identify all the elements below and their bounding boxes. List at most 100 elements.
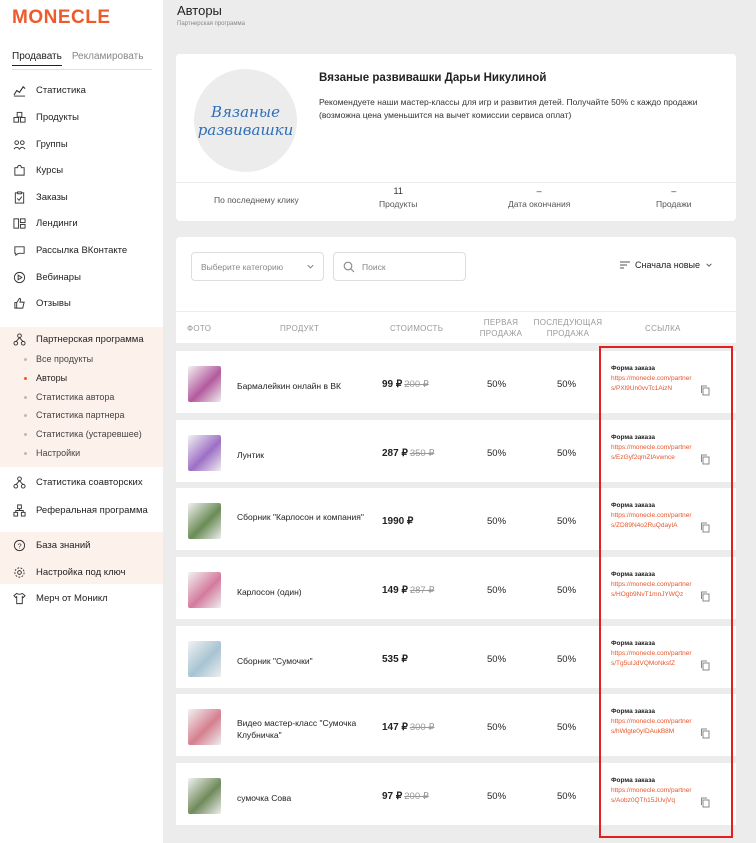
sidebar-tabs: Продавать Рекламировать [12,51,143,66]
sidebar-item-courses[interactable]: Курсы [0,158,163,182]
sales-label: Продажи [656,199,692,209]
first-sale-percent: 50% [487,448,507,459]
submenu-author-stats[interactable]: Статистика автора [24,392,114,402]
sidebar-item-groups[interactable]: Группы [0,132,163,156]
sidebar-item-label: Реферальная программа [36,504,148,516]
attribution-stat: По последнему клику [214,195,299,205]
chat-icon [12,243,26,257]
sidebar-item-partner-program[interactable]: Партнерская программа [0,327,163,351]
sidebar-item-turnkey-setup[interactable]: Настройка под ключ [0,560,163,584]
sales-stat: – Продажи [656,186,692,209]
sidebar-item-statistics[interactable]: Статистика [0,78,163,102]
submenu-all-products[interactable]: Все продукты [24,354,93,364]
category-select[interactable]: Выберите категорию [191,252,324,281]
sidebar-item-webinars[interactable]: Вебинары [0,265,163,289]
submenu-label: Настройки [36,448,81,458]
product-name[interactable]: Видео мастер-класс "Сумочка Клубничка" [237,717,367,741]
submenu-settings[interactable]: Настройки [24,448,80,458]
divider [12,69,152,70]
avatar-text: развивашки [197,120,294,139]
sidebar-item-label: Статистика [36,84,86,96]
search-input[interactable]: Поиск [333,252,466,281]
next-sale-percent: 50% [557,585,577,596]
logo[interactable]: MONECLE [12,7,111,29]
product-name[interactable]: Сборник "Карлосон и компания" [237,511,367,523]
sales-value: – [671,186,677,196]
sidebar-item-products[interactable]: Продукты [0,105,163,129]
first-sale-percent: 50% [487,585,507,596]
sidebar-item-orders[interactable]: Заказы [0,185,163,209]
price-cell: 287 ₽350 ₽ [382,448,434,459]
sidebar-item-landings[interactable]: Лендинги [0,211,163,235]
submenu-label: Статистика автора [36,392,115,402]
first-sale-percent: 50% [487,654,507,665]
product-name[interactable]: сумочка Сова [237,792,367,804]
sidebar-item-label: Лендинги [36,217,78,229]
next-sale-percent: 50% [557,722,577,733]
submenu-label: Авторы [36,373,68,383]
sidebar-item-coauthor-stats[interactable]: Статистика соавторских [0,470,163,494]
product-thumbnail[interactable] [188,709,221,745]
product-thumbnail[interactable] [188,641,221,677]
product-name[interactable]: Бармалейкин онлайн в ВК [237,380,367,392]
product-name[interactable]: Лунтик [237,449,367,461]
attribution-label: По последнему клику [214,195,299,205]
bullet-icon [24,376,27,380]
referral-icon [12,503,26,517]
price-cell: 149 ₽287 ₽ [382,585,434,596]
category-placeholder: Выберите категорию [201,261,284,272]
submenu-authors[interactable]: Авторы [24,373,67,383]
sidebar-item-label: Вебинары [36,271,81,283]
old-price: 300 ₽ [409,722,435,733]
product-thumbnail[interactable] [188,503,221,539]
puzzle-icon [12,163,26,177]
product-thumbnail[interactable] [188,366,221,402]
tab-sell[interactable]: Продавать [12,51,62,66]
next-sale-percent: 50% [557,448,577,459]
product-thumbnail[interactable] [188,435,221,471]
current-price: 97 ₽ [382,791,403,802]
price-cell: 1990 ₽ [382,516,413,527]
sidebar-item-reviews[interactable]: Отзывы [0,291,163,315]
current-price: 1990 ₽ [382,516,414,527]
old-price: 200 ₽ [404,379,429,390]
sort-dropdown[interactable]: Сначала новые [620,260,713,270]
sidebar-item-label: Группы [36,138,68,150]
sidebar-item-knowledge-base[interactable]: ? База знаний [0,533,163,557]
end-date-stat: – Дата окончания [508,186,570,209]
end-date-label: Дата окончания [508,199,571,209]
product-name[interactable]: Карлосон (один) [237,586,367,598]
header-photo: ФОТО [187,324,212,333]
boxes-icon [12,110,26,124]
chart-icon [12,83,26,97]
product-name[interactable]: Сборник "Сумочки" [237,655,367,667]
tshirt-icon [12,591,26,605]
first-sale-percent: 50% [487,516,507,527]
sidebar-item-merch[interactable]: Мерч от Моникл [0,586,163,610]
sidebar-item-vk-mailing[interactable]: Рассылка ВКонтакте [0,238,163,262]
sidebar-item-label: Курсы [36,164,64,176]
next-sale-percent: 50% [557,516,577,527]
sidebar-item-referral[interactable]: Реферальная программа [0,498,163,522]
submenu-partner-stats[interactable]: Статистика партнера [24,410,125,420]
next-sale-percent: 50% [557,791,577,802]
submenu-legacy-stats[interactable]: Статистика (устаревшее) [24,429,142,439]
chevron-down-icon [706,263,712,267]
gear-icon [12,565,26,579]
bullet-icon [24,357,27,361]
first-sale-percent: 50% [487,722,507,733]
next-sale-percent: 50% [557,654,577,665]
breadcrumb[interactable]: Партнерская программа [177,21,245,27]
search-icon [343,261,355,273]
bullet-icon [24,451,27,455]
submenu-label: Статистика (устаревшее) [36,429,142,439]
end-date-value: – [536,186,542,196]
svg-text:?: ? [17,541,21,550]
first-sale-percent: 50% [487,791,507,802]
divider [176,311,736,312]
product-thumbnail[interactable] [188,778,221,814]
tab-advertise[interactable]: Рекламировать [72,51,144,66]
product-thumbnail[interactable] [188,572,221,608]
play-icon [12,270,26,284]
products-count: 11 [393,186,403,196]
